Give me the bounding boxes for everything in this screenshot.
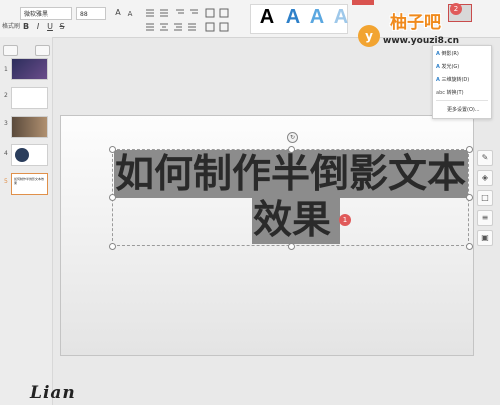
shape-fill-icon[interactable]: ◈ [477,170,493,186]
text-effect-button[interactable] [352,0,374,5]
thumbnail-number: 3 [4,120,8,127]
resize-handle[interactable] [109,146,116,153]
wordart-style-1[interactable]: A [256,6,278,28]
slide-title-line1[interactable]: 如何制作半倒影文本 [115,151,466,199]
text-wrap-icon[interactable]: ≡ [477,210,493,226]
text-effects-menu: A 倒影(R) A 发光(G) A 三维旋转(D) abc 转换(T) 更多设置… [432,45,492,119]
resize-handle[interactable] [288,243,295,250]
thumbnail-number: 5 [4,178,8,185]
image-icon[interactable]: ▣ [477,230,493,246]
font-name-select[interactable]: 微软雅黑 [20,7,72,20]
watermark-url: www.youzi8.cn [383,36,459,46]
slide-thumbnail-1[interactable] [11,58,48,80]
reflection-icon: A [436,51,440,57]
menu-divider [436,100,488,101]
underline-button[interactable]: U [44,21,56,33]
slide-thumbnail-3[interactable] [11,116,48,138]
slide-thumbnail-5[interactable]: 如何制作半倒影文本效果 [11,173,48,195]
3d-rotation-icon: A [436,77,440,83]
slide-thumbnail-2[interactable] [11,87,48,109]
menu-item-3d-rotation[interactable]: A 三维旋转(D) [436,76,469,83]
shape-outline-icon[interactable]: □ [477,190,493,206]
outline-view-button[interactable] [3,45,18,56]
italic-button[interactable]: I [32,21,44,33]
format-painter-button[interactable]: 格式刷 [2,21,20,30]
bold-button[interactable]: B [20,21,32,33]
author-signature: Lian [30,383,76,403]
wordart-style-3[interactable]: A [306,6,328,28]
thumbnail-title: 如何制作半倒影文本效果 [14,177,45,185]
menu-item-label: 倒影(R) [441,51,459,57]
font-size-select[interactable]: 88 [76,7,106,20]
thumbnail-number: 1 [4,66,8,73]
wordart-style-2[interactable]: A [282,6,304,28]
resize-handle[interactable] [466,146,473,153]
transform-icon: abc [436,90,445,96]
thumbnail-number: 2 [4,92,8,99]
resize-handle[interactable] [288,146,295,153]
step-badge-2: 2 [450,3,462,15]
resize-handle[interactable] [109,194,116,201]
menu-item-more-settings[interactable]: 更多设置(O)... [447,106,480,113]
menu-item-reflection[interactable]: A 倒影(R) [436,50,459,57]
menu-item-label: 转换(T) [446,90,464,96]
rotate-handle[interactable]: ↻ [287,132,298,143]
shrink-font-button[interactable]: A [124,8,136,20]
strikethrough-button[interactable]: S [56,21,68,33]
slide-thumbnail-4[interactable] [11,144,48,166]
grow-font-button[interactable]: A [112,7,124,19]
resize-handle[interactable] [109,243,116,250]
menu-item-transform[interactable]: abc 转换(T) [436,89,464,96]
resize-handle[interactable] [466,243,473,250]
menu-item-label: 发光(G) [441,64,460,70]
menu-item-glow[interactable]: A 发光(G) [436,63,459,70]
resize-handle[interactable] [466,194,473,201]
menu-item-label: 三维旋转(D) [441,77,470,83]
youzi-logo-icon: y [358,25,380,47]
watermark-title: 柚子吧 [390,13,441,33]
thumbnail-number: 4 [4,150,8,157]
edit-pen-icon[interactable]: ✎ [477,150,493,166]
slides-view-button[interactable] [35,45,50,56]
step-badge-1: 1 [339,214,351,226]
glow-icon: A [436,64,440,70]
slide-title-line2[interactable]: 效果 [253,197,331,245]
paragraph-icons [146,8,229,32]
wordart-style-4[interactable]: A [330,6,352,28]
